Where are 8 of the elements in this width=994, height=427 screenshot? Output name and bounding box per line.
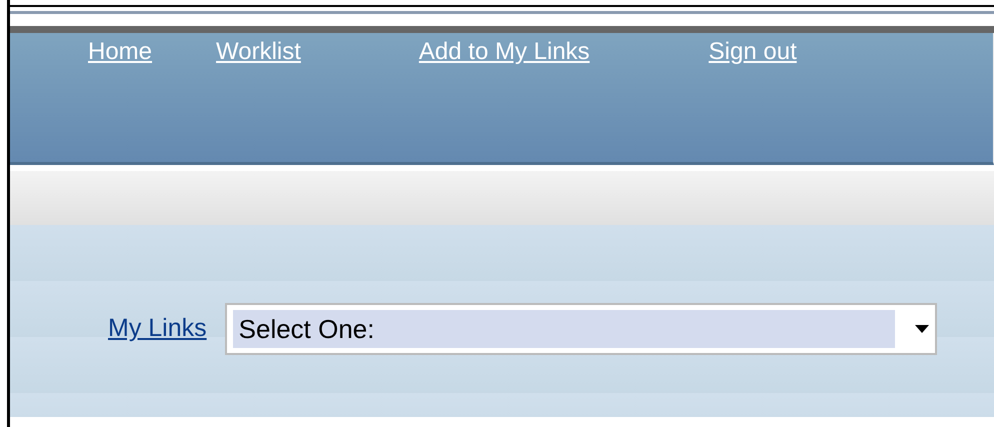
nav-link[interactable]: Home (88, 35, 152, 69)
dropdown-value: Select One: (232, 310, 895, 348)
links-dropdown[interactable]: Select One: (224, 302, 937, 354)
nav-link[interactable]: Add to My Links (418, 35, 590, 69)
my-links-link[interactable]: My Links (108, 314, 207, 343)
nav-link[interactable]: Sign out (708, 35, 797, 69)
nav-link[interactable]: Worklist (216, 35, 301, 69)
caret-icon (914, 324, 929, 332)
